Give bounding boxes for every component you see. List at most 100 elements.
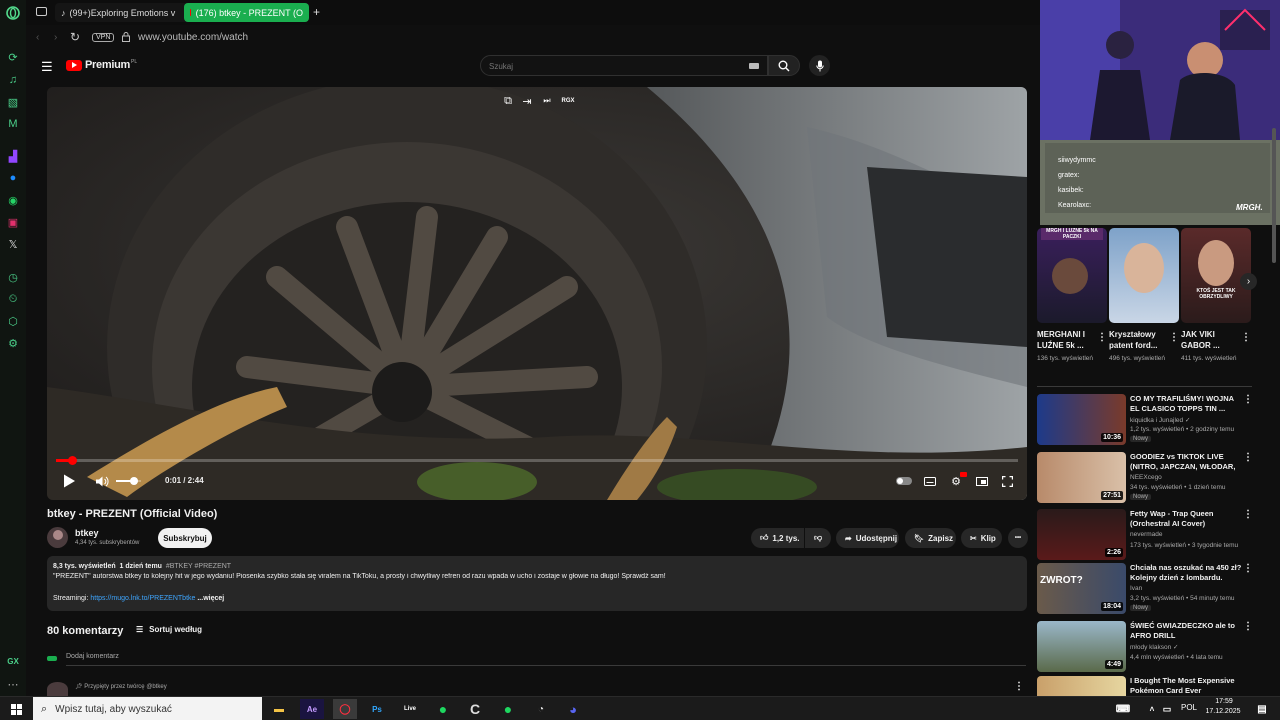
video-menu-icon[interactable]: ⋮ <box>1243 452 1253 463</box>
spotify-icon[interactable]: ● <box>431 699 455 719</box>
related-video[interactable]: 4:49 ŚWIEĆ GWIAZDECZKO ale to AFRO DRILL… <box>1037 621 1253 672</box>
related-video[interactable]: 27:51 GOODIEZ vs TIKTOK LIVE (NITRO, JAP… <box>1037 452 1253 503</box>
share-button[interactable]: ➦ Udostępnij <box>836 528 899 548</box>
comment-menu-icon[interactable]: ⋮ <box>1014 681 1024 692</box>
related-video[interactable]: 10:36 CO MY TRAFILIŚMY! WOJNA EL CLASICO… <box>1037 394 1253 445</box>
live-app-icon[interactable]: Live <box>398 699 422 719</box>
autoplay-toggle[interactable] <box>896 477 912 485</box>
short-card[interactable]: KTOŚ JEST TAK OBRZYDLIWY JAK VIKI GABOR … <box>1181 228 1251 362</box>
file-explorer-icon[interactable]: ▬ <box>267 699 291 719</box>
fullscreen-icon[interactable] <box>1000 474 1014 488</box>
windows-start-icon[interactable] <box>4 699 28 719</box>
dislike-button[interactable]: 👎︎ <box>805 528 831 548</box>
play-button[interactable] <box>61 473 77 489</box>
opera-gx-taskbar-icon[interactable]: ◯ <box>333 699 357 719</box>
tab-exploring-emotions[interactable]: ♪ (99+)Exploring Emotions v <box>55 3 205 22</box>
related-video[interactable]: I Bought The Most Expensive Pokémon Card… <box>1037 676 1247 696</box>
save-button[interactable]: 🔖︎ Zapisz <box>905 528 956 548</box>
video-channel[interactable]: NEEXcego <box>1130 474 1162 481</box>
speed-dial-icon[interactable]: ⟳ <box>5 49 21 65</box>
messenger-icon[interactable]: ● <box>5 170 21 186</box>
short-card[interactable]: MRGH I LUŹNE 5k NA PACZKI MERGHANI I LUŹ… <box>1037 228 1107 362</box>
theater-mode-icon[interactable] <box>975 474 989 488</box>
short-menu-icon[interactable]: ⋮ <box>1097 332 1107 343</box>
hashtags[interactable]: #BTKEY #PREZENT <box>166 563 231 570</box>
mail-icon[interactable]: M <box>5 116 21 132</box>
instagram-icon[interactable]: ▣ <box>5 214 21 230</box>
video-menu-icon[interactable]: ⋮ <box>1243 394 1253 405</box>
video-channel[interactable]: Ivan <box>1130 585 1142 592</box>
after-effects-icon[interactable]: Ae <box>300 699 324 719</box>
related-video[interactable]: 2:26 Fetty Wap - Trap Queen (Orchestral … <box>1037 509 1253 560</box>
reload-icon[interactable]: ↻ <box>70 30 80 44</box>
capcut-icon[interactable]: C <box>463 699 487 719</box>
video-menu-icon[interactable]: ⋮ <box>1243 621 1253 632</box>
language-indicator[interactable]: POL <box>1181 703 1197 712</box>
tray-chevron-icon[interactable]: ˄ <box>1145 699 1159 719</box>
video-menu-icon[interactable]: ⋮ <box>1243 509 1253 520</box>
popout-icon[interactable]: ⇥ <box>522 96 532 108</box>
like-button[interactable]: 👍︎ 1,2 tys. <box>751 528 804 548</box>
shorts-next-button[interactable]: › <box>1240 273 1257 290</box>
show-more-link[interactable]: ...więcej <box>197 595 224 602</box>
youtube-logo[interactable]: Premium PL <box>66 59 137 71</box>
keyboard-tray-icon[interactable]: ⌨ <box>1111 699 1135 719</box>
rgx-button[interactable]: RGX <box>560 96 576 106</box>
whatsapp-icon[interactable]: ◉ <box>5 192 21 208</box>
twitch-icon[interactable]: ▟ <box>5 148 21 164</box>
search-box[interactable] <box>480 55 768 76</box>
extensions-icon[interactable]: ⬡ <box>5 313 21 329</box>
volume-knob[interactable] <box>129 477 138 485</box>
photoshop-icon[interactable]: Ps <box>365 699 389 719</box>
history-icon[interactable]: ◷ <box>5 269 21 285</box>
description-box[interactable]: 8,3 tys. wyświetleń 1 dzień temu #BTKEY … <box>47 556 1027 611</box>
video-menu-icon[interactable]: ⋮ <box>1243 563 1253 574</box>
video-player[interactable]: ⧉ ⇥ ⏭ RGX 0:01 / 2:44 ⚙ <box>47 87 1027 500</box>
menu-icon[interactable]: ☰ <box>41 59 53 75</box>
search-input[interactable] <box>489 59 729 73</box>
comment-avatar[interactable] <box>47 682 68 696</box>
keyboard-icon[interactable] <box>749 63 759 69</box>
url-input[interactable] <box>138 29 538 46</box>
add-comment-input[interactable]: Dodaj komentarz <box>66 653 1026 666</box>
volume-button[interactable] <box>95 474 109 488</box>
clock-date[interactable]: 17.12.2025 <box>1203 708 1243 715</box>
clock-icon[interactable]: ⏲ <box>5 291 21 307</box>
progress-bar[interactable] <box>56 456 1018 465</box>
search-button[interactable] <box>768 55 800 76</box>
voice-search-button[interactable] <box>809 55 830 76</box>
obs-icon[interactable]: ◔ <box>529 699 553 719</box>
forward-icon[interactable]: › <box>54 32 57 43</box>
video-channel[interactable]: nevermade <box>1130 531 1163 538</box>
opera-logo-icon[interactable] <box>5 5 21 21</box>
back-icon[interactable]: ‹ <box>36 32 39 43</box>
network-icon[interactable]: ▭ <box>1160 699 1174 719</box>
channel-name[interactable]: btkey <box>75 528 99 538</box>
x-icon[interactable]: 𝕏 <box>5 236 21 252</box>
subtitles-icon[interactable] <box>923 474 937 488</box>
related-video[interactable]: ZWROT? 18:04 Chciała nas oszukać na 450 z… <box>1037 563 1253 614</box>
skip-icon[interactable]: ⏭ <box>542 96 552 106</box>
channel-avatar[interactable] <box>47 527 68 548</box>
gx-corner-icon[interactable]: ▧ <box>5 94 21 110</box>
short-card[interactable]: Kryształowy patent ford... ⋮ 496 tys. wy… <box>1109 228 1179 362</box>
video-menu-icon[interactable]: ⋮ <box>1243 676 1247 687</box>
more-icon[interactable]: ⋯ <box>5 676 21 692</box>
sort-button[interactable]: ☰ Sortuj według <box>136 625 202 634</box>
discord-icon[interactable]: ◕ <box>561 699 585 719</box>
streaming-link[interactable]: https://mugo.lnk.to/PREZENTbtke <box>90 595 195 602</box>
video-channel[interactable]: kiquidka i Junajled ✓ <box>1130 416 1190 424</box>
settings-gear-icon[interactable]: ⚙ <box>949 472 967 488</box>
clock-time[interactable]: 17:59 <box>1208 698 1240 705</box>
progress-scrubber[interactable] <box>67 456 77 465</box>
settings-icon[interactable]: ⚙ <box>5 335 21 351</box>
tab-islands-icon[interactable] <box>36 7 47 16</box>
new-tab-button[interactable]: + <box>313 5 320 19</box>
notifications-icon[interactable]: ▤ <box>1250 699 1274 719</box>
short-menu-icon[interactable]: ⋮ <box>1169 332 1179 343</box>
short-menu-icon[interactable]: ⋮ <box>1241 332 1251 343</box>
video-channel[interactable]: młody klakson ✓ <box>1130 643 1178 651</box>
clip-button[interactable]: ✂ Klip <box>961 528 1002 548</box>
more-actions-button[interactable]: ••• <box>1008 528 1028 548</box>
scrollbar[interactable] <box>1272 128 1276 263</box>
